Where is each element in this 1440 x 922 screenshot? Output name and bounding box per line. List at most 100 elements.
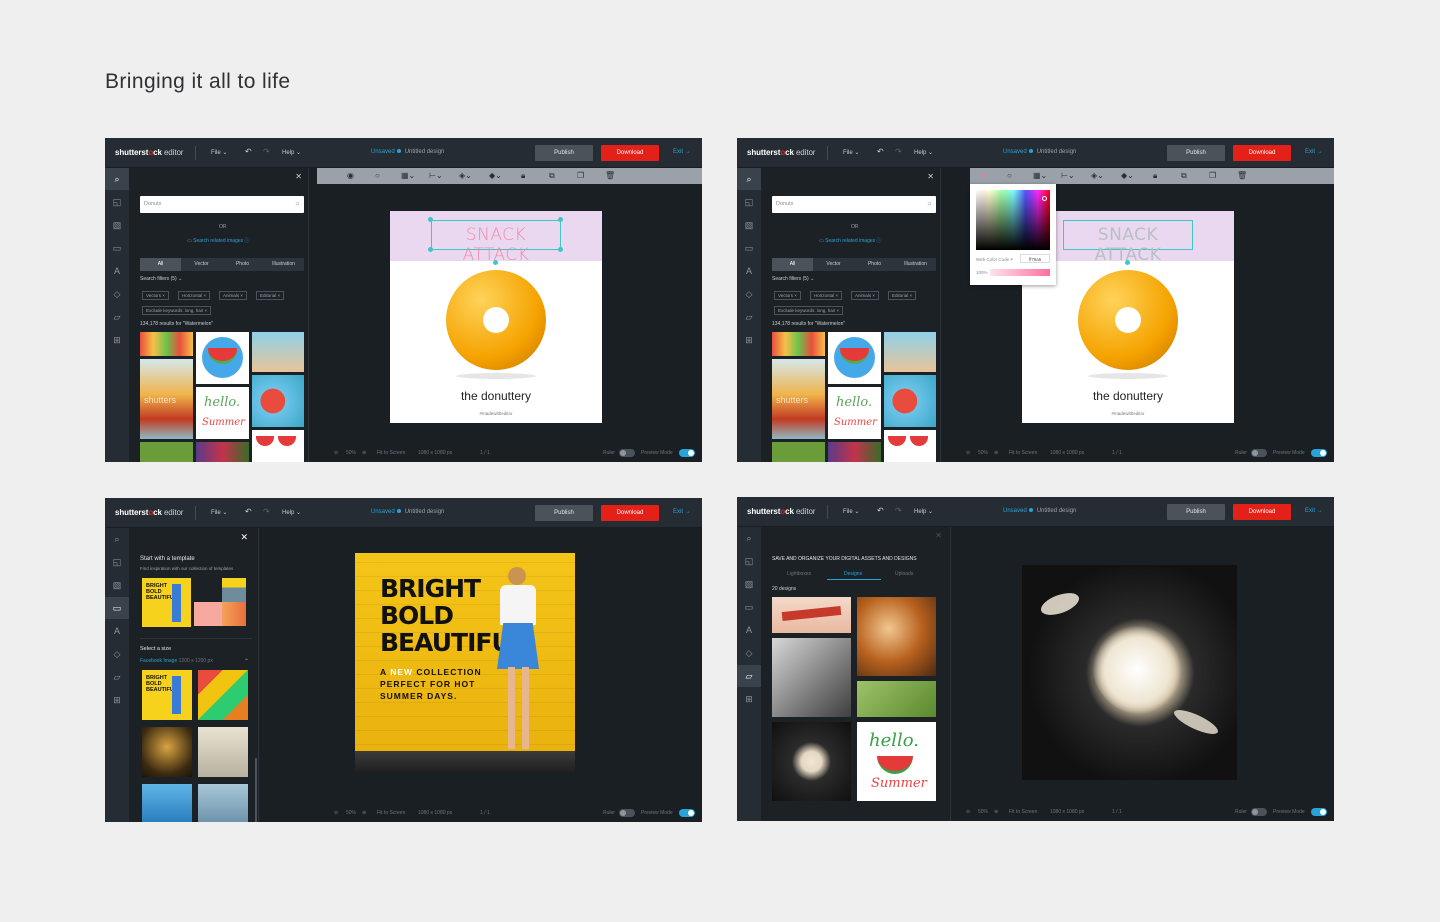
circle-icon[interactable]: ○ bbox=[1007, 170, 1012, 182]
result-thumb[interactable] bbox=[772, 332, 825, 356]
chip-editorial[interactable]: Editorial × bbox=[888, 291, 917, 300]
result-thumb[interactable] bbox=[196, 442, 249, 462]
chip-editorial[interactable]: Editorial × bbox=[256, 291, 285, 300]
tab-lightboxes[interactable]: Lightboxes bbox=[787, 571, 811, 577]
upload-icon[interactable]: ⊞ bbox=[111, 694, 123, 706]
redo-icon[interactable]: ↷ bbox=[895, 506, 902, 515]
chip-animals[interactable]: Animals × bbox=[219, 291, 247, 300]
elements-icon[interactable]: ◇ bbox=[743, 647, 755, 659]
background-icon[interactable]: ▧ bbox=[111, 579, 123, 591]
result-thumb[interactable] bbox=[196, 332, 249, 384]
upload-icon[interactable]: ⊞ bbox=[743, 334, 755, 346]
background-icon[interactable]: ▧ bbox=[743, 578, 755, 590]
search-related-link[interactable]: ▭ Search related images ⓘ bbox=[819, 237, 882, 244]
chip-horizontal[interactable]: Horizontal × bbox=[810, 291, 843, 300]
search-input[interactable]: Donuts ⌕ bbox=[140, 196, 304, 213]
close-icon[interactable]: ✕ bbox=[935, 531, 942, 540]
close-icon[interactable]: ✕ bbox=[927, 172, 934, 181]
align-icon[interactable]: ⊢⌄ bbox=[1061, 170, 1075, 182]
ruler-toggle[interactable] bbox=[619, 809, 635, 817]
panel-scrollbar[interactable] bbox=[255, 758, 257, 822]
template-thumb[interactable] bbox=[198, 784, 248, 822]
align-icon[interactable]: ⊢⌄ bbox=[429, 170, 443, 182]
templates-icon[interactable]: ▭ bbox=[743, 601, 755, 613]
color-wheel-icon[interactable]: ◉ bbox=[347, 170, 354, 182]
search-icon[interactable]: ⌕ bbox=[743, 173, 755, 185]
ruler-toggle[interactable] bbox=[1251, 449, 1267, 457]
result-thumb[interactable] bbox=[140, 442, 193, 462]
canvas-size[interactable]: 1080 x 1080 px bbox=[418, 450, 452, 456]
search-related-link[interactable]: ▭ Search related images ⓘ bbox=[187, 237, 250, 244]
opacity-slider[interactable] bbox=[990, 269, 1050, 276]
publish-button[interactable]: Publish bbox=[1167, 145, 1225, 161]
redo-icon[interactable]: ↷ bbox=[263, 147, 270, 156]
template-thumb[interactable]: BRIGHT BOLD BEAUTIFUL bbox=[142, 578, 191, 627]
design-name[interactable]: Untitled design bbox=[1037, 508, 1077, 514]
result-thumb[interactable] bbox=[828, 442, 881, 462]
web-color-input[interactable]: ff79a5 bbox=[1020, 254, 1050, 263]
chip-vectors[interactable]: Vectors × bbox=[774, 291, 801, 300]
elements-icon[interactable]: ◇ bbox=[111, 288, 123, 300]
menu-help[interactable]: Help ⌄ bbox=[914, 508, 933, 515]
chip-exclude[interactable]: Exclude keywords: long, hair × bbox=[774, 306, 844, 315]
preview-toggle[interactable] bbox=[1311, 808, 1327, 816]
folder-icon[interactable]: ▱ bbox=[743, 311, 755, 323]
design-thumb[interactable]: hello. Summer bbox=[857, 722, 936, 801]
position-icon[interactable]: ◈⌄ bbox=[1091, 170, 1104, 182]
group-icon[interactable]: ⧉ bbox=[1181, 170, 1187, 182]
design-thumb[interactable] bbox=[772, 722, 851, 801]
template-thumb[interactable] bbox=[198, 670, 248, 720]
result-thumb[interactable] bbox=[884, 430, 936, 462]
template-thumb[interactable] bbox=[142, 727, 192, 777]
lock-icon[interactable]: 🔒︎ bbox=[521, 170, 525, 182]
tab-photo[interactable]: Photo bbox=[854, 258, 895, 271]
tab-uploads[interactable]: Uploads bbox=[895, 571, 913, 577]
publish-button[interactable]: Publish bbox=[535, 145, 593, 161]
resize-icon[interactable]: ◱ bbox=[743, 196, 755, 208]
pattern-icon[interactable]: ▦⌄ bbox=[1033, 170, 1047, 182]
template-thumb[interactable] bbox=[222, 578, 246, 602]
design-thumb[interactable] bbox=[857, 681, 936, 717]
search-icon[interactable]: ⌕ bbox=[743, 532, 755, 544]
duplicate-icon[interactable]: ❐ bbox=[1209, 170, 1216, 182]
chevron-up-icon[interactable]: ⌃ bbox=[244, 658, 249, 665]
folder-icon[interactable]: ▱ bbox=[111, 671, 123, 683]
chip-exclude[interactable]: Exclude keywords: long, hair × bbox=[142, 306, 212, 315]
chip-horizontal[interactable]: Horizontal × bbox=[178, 291, 211, 300]
canvas-size[interactable]: 1080 x 1080 px bbox=[1050, 450, 1084, 456]
resize-icon[interactable]: ◱ bbox=[743, 555, 755, 567]
zoom-in-icon[interactable]: ⊕ bbox=[994, 809, 998, 815]
result-thumb[interactable] bbox=[140, 332, 193, 356]
menu-help[interactable]: Help ⌄ bbox=[282, 509, 301, 516]
zoom-in-icon[interactable]: ⊕ bbox=[362, 810, 366, 816]
tab-all[interactable]: All bbox=[772, 258, 813, 271]
layers-icon[interactable]: ◆⌄ bbox=[1121, 170, 1134, 182]
elements-icon[interactable]: ◇ bbox=[743, 288, 755, 300]
design-name[interactable]: Untitled design bbox=[405, 509, 445, 515]
close-icon[interactable]: ✕ bbox=[240, 532, 248, 543]
resize-icon[interactable]: ◱ bbox=[111, 556, 123, 568]
result-thumb[interactable] bbox=[772, 442, 825, 462]
position-icon[interactable]: ◈⌄ bbox=[459, 170, 472, 182]
shutterstock-logo[interactable]: shutterstock editor bbox=[115, 508, 183, 517]
circle-icon[interactable]: ○ bbox=[375, 170, 380, 182]
preview-toggle[interactable] bbox=[679, 809, 695, 817]
menu-help[interactable]: Help ⌄ bbox=[914, 149, 933, 156]
trash-icon[interactable]: 🗑︎ bbox=[1237, 170, 1247, 182]
search-icon[interactable]: ⌕ bbox=[111, 173, 123, 185]
tab-designs[interactable]: Designs bbox=[844, 571, 862, 577]
zoom-in-icon[interactable]: ⊕ bbox=[362, 450, 366, 456]
tab-vector[interactable]: Vector bbox=[813, 258, 854, 271]
publish-button[interactable]: Publish bbox=[535, 505, 593, 521]
menu-help[interactable]: Help ⌄ bbox=[282, 149, 301, 156]
tab-photo[interactable]: Photo bbox=[222, 258, 263, 271]
fit-to-screen[interactable]: Fit to Screen bbox=[377, 450, 405, 456]
menu-file[interactable]: File ⌄ bbox=[843, 149, 859, 156]
duplicate-icon[interactable]: ❐ bbox=[577, 170, 584, 182]
menu-file[interactable]: File ⌄ bbox=[211, 149, 227, 156]
design-name[interactable]: Untitled design bbox=[1037, 149, 1077, 155]
result-thumb[interactable] bbox=[884, 375, 936, 427]
template-thumb[interactable] bbox=[142, 784, 192, 822]
zoom-out-icon[interactable]: ⊖ bbox=[966, 809, 970, 815]
exit-button[interactable]: Exit → bbox=[1305, 508, 1323, 514]
